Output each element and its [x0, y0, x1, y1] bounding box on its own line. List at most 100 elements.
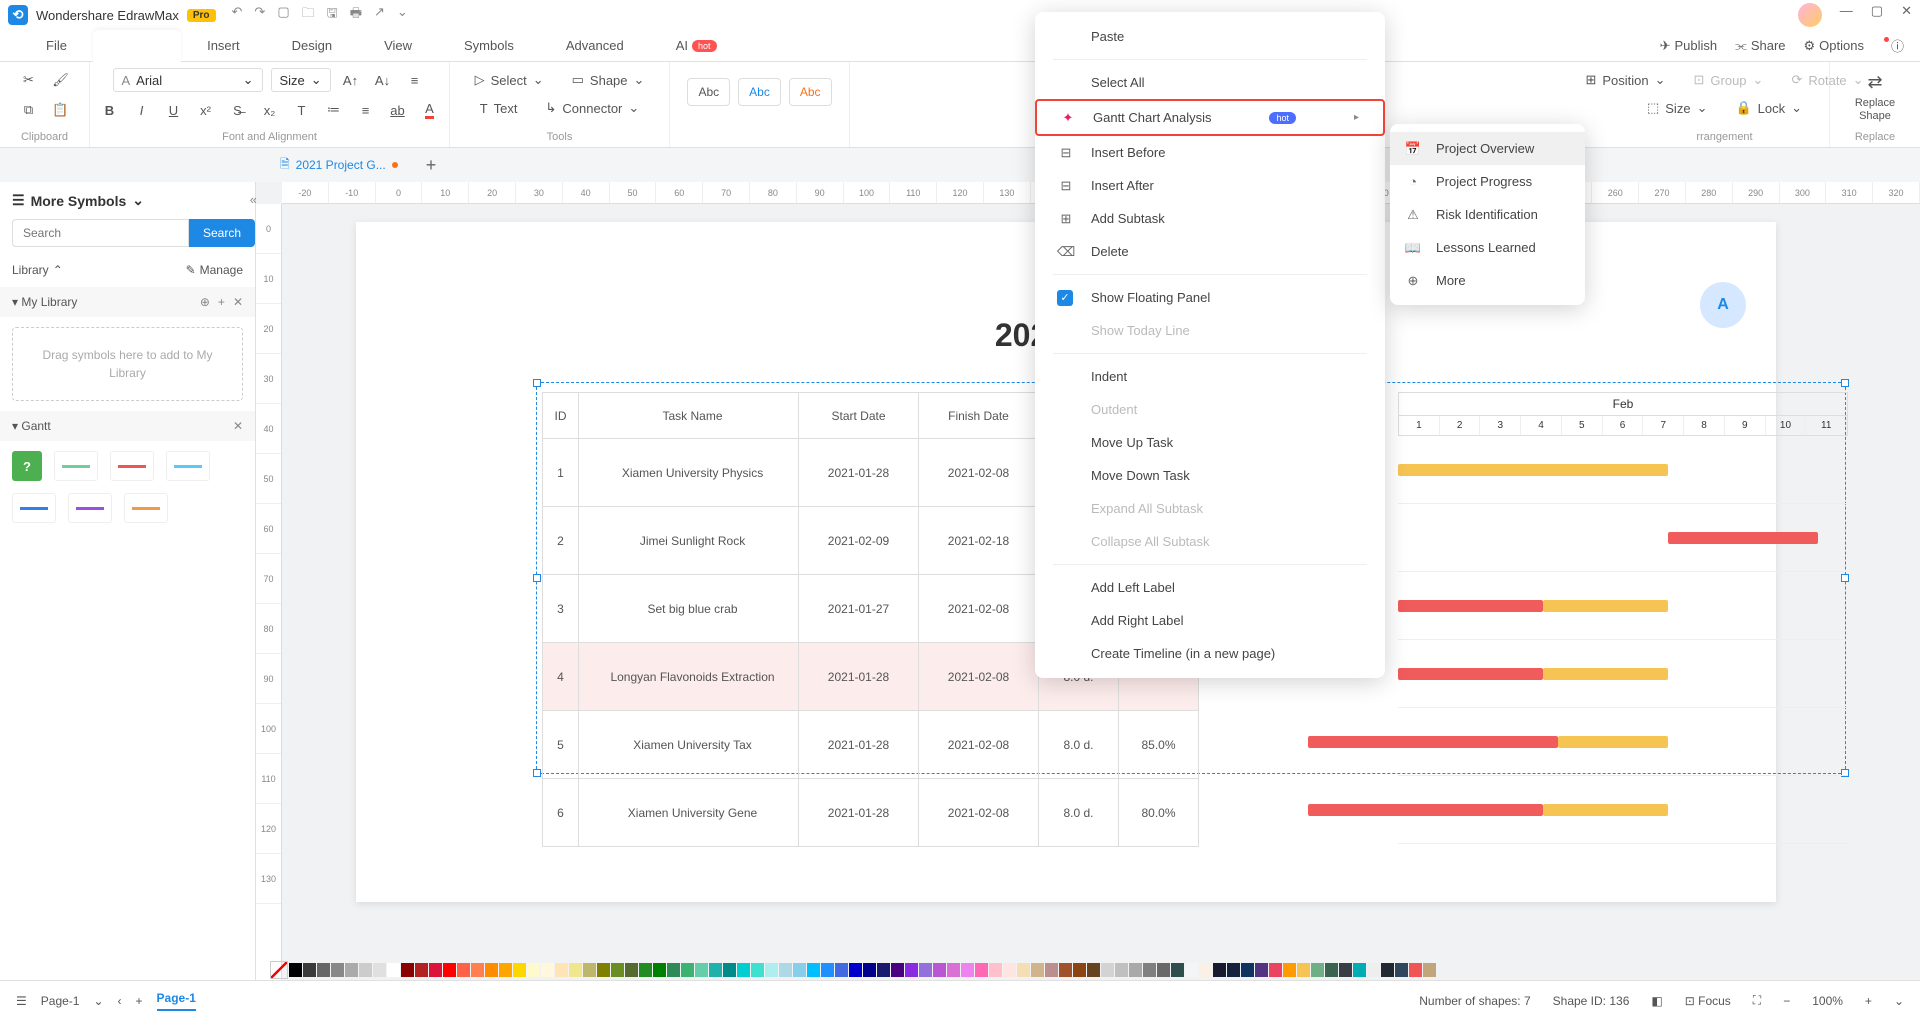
size-tool[interactable]: ⬚ Size⌄: [1637, 96, 1718, 120]
color-swatch[interactable]: [303, 963, 316, 977]
color-swatch[interactable]: [653, 963, 666, 977]
color-swatch[interactable]: [597, 963, 610, 977]
ctx-delete[interactable]: ⌫Delete: [1035, 235, 1385, 268]
color-swatch[interactable]: [919, 963, 932, 977]
color-swatch[interactable]: [709, 963, 722, 977]
no-color-swatch[interactable]: [270, 961, 288, 979]
color-swatch[interactable]: [373, 963, 386, 977]
document-tab[interactable]: 🗎 2021 Project G...: [270, 151, 408, 180]
gantt-bar[interactable]: [1398, 668, 1543, 680]
ctx-select-all[interactable]: Select All: [1035, 66, 1385, 99]
ctx-move-down[interactable]: Move Down Task: [1035, 459, 1385, 492]
color-swatch[interactable]: [625, 963, 638, 977]
close-icon[interactable]: ✕: [1901, 3, 1912, 27]
color-swatch[interactable]: [793, 963, 806, 977]
submenu-more[interactable]: ⊕More: [1390, 264, 1585, 297]
select-tool[interactable]: ▷ Select ⌄: [465, 68, 554, 92]
style-preset-2[interactable]: Abc: [738, 78, 781, 106]
color-swatch[interactable]: [723, 963, 736, 977]
color-swatch[interactable]: [1101, 963, 1114, 977]
submenu-progress[interactable]: ◔Project Progress: [1390, 165, 1585, 198]
menu-tab-symbols[interactable]: Symbols: [438, 30, 540, 62]
color-swatch[interactable]: [1367, 963, 1380, 977]
menu-tab-design[interactable]: Design: [266, 30, 358, 62]
library-toggle[interactable]: Library ⌃: [12, 263, 63, 277]
color-swatch[interactable]: [765, 963, 778, 977]
underline-icon[interactable]: U: [162, 98, 186, 122]
table-row[interactable]: 5Xiamen University Tax2021-01-282021-02-…: [543, 711, 1199, 779]
gantt-symbol[interactable]: [124, 493, 168, 523]
color-swatch[interactable]: [1129, 963, 1142, 977]
zoom-out-icon[interactable]: −: [1783, 994, 1790, 1008]
color-swatch[interactable]: [779, 963, 792, 977]
gantt-bar[interactable]: [1543, 804, 1668, 816]
position-tool[interactable]: ⊞ Position⌄: [1575, 68, 1675, 92]
color-swatch[interactable]: [1003, 963, 1016, 977]
color-swatch[interactable]: [1395, 963, 1408, 977]
menu-tab-insert[interactable]: Insert: [181, 30, 266, 62]
sidebar-title[interactable]: ☰ More Symbols⌄: [12, 192, 243, 209]
menu-tab-ai[interactable]: AIhot: [650, 30, 743, 62]
gantt-bar[interactable]: [1543, 668, 1668, 680]
gantt-bar[interactable]: [1398, 464, 1668, 476]
color-swatch[interactable]: [1311, 963, 1324, 977]
color-swatch[interactable]: [1269, 963, 1282, 977]
color-swatch[interactable]: [499, 963, 512, 977]
color-swatch[interactable]: [583, 963, 596, 977]
font-color-icon[interactable]: A: [418, 98, 442, 122]
color-swatch[interactable]: [667, 963, 680, 977]
symbol-search-button[interactable]: Search: [189, 219, 255, 247]
mylibrary-section[interactable]: ▾ My Library ⊕+✕: [0, 287, 255, 317]
color-swatch[interactable]: [345, 963, 358, 977]
color-swatch[interactable]: [695, 963, 708, 977]
gantt-bar[interactable]: [1398, 600, 1543, 612]
new-icon[interactable]: ▢: [277, 4, 289, 26]
color-swatch[interactable]: [1059, 963, 1072, 977]
color-swatch[interactable]: [1073, 963, 1086, 977]
submenu-overview[interactable]: 📅Project Overview: [1390, 132, 1585, 165]
color-swatch[interactable]: [513, 963, 526, 977]
ctx-gantt-analysis[interactable]: ✦ Gantt Chart Analysis hot ▸: [1035, 99, 1385, 136]
group-tool[interactable]: ⊡ Group⌄: [1684, 68, 1774, 92]
color-swatch[interactable]: [1381, 963, 1394, 977]
color-swatch[interactable]: [961, 963, 974, 977]
print-icon[interactable]: 🖶: [350, 4, 362, 26]
color-swatch[interactable]: [737, 963, 750, 977]
export-icon[interactable]: ↗: [374, 4, 385, 26]
maximize-icon[interactable]: ▢: [1871, 3, 1883, 27]
manage-link[interactable]: ✎ Manage: [186, 263, 243, 277]
case-icon[interactable]: T: [290, 98, 314, 122]
color-swatch[interactable]: [1045, 963, 1058, 977]
color-swatch[interactable]: [471, 963, 484, 977]
focus-button[interactable]: ⊡ Focus: [1685, 994, 1731, 1008]
highlight-icon[interactable]: ab: [386, 98, 410, 122]
bullets-icon[interactable]: ≔: [322, 98, 346, 122]
color-swatch[interactable]: [1157, 963, 1170, 977]
help-icon[interactable]: ⓘ: [1882, 36, 1904, 55]
color-swatch[interactable]: [947, 963, 960, 977]
cut-icon[interactable]: ✂: [17, 68, 41, 92]
color-swatch[interactable]: [1031, 963, 1044, 977]
strike-icon[interactable]: S̶: [226, 98, 250, 122]
lock-tool[interactable]: 🔒 Lock⌄: [1725, 96, 1812, 120]
publish-button[interactable]: ✈ Publish: [1660, 38, 1718, 54]
ctx-add-subtask[interactable]: ⊞Add Subtask: [1035, 202, 1385, 235]
fit-icon[interactable]: ⛶: [1753, 993, 1761, 1008]
gantt-symbol[interactable]: [68, 493, 112, 523]
submenu-lessons[interactable]: 📖Lessons Learned: [1390, 231, 1585, 264]
color-swatch[interactable]: [933, 963, 946, 977]
menu-tab-file[interactable]: File: [20, 30, 93, 62]
color-swatch[interactable]: [527, 963, 540, 977]
color-swatch[interactable]: [821, 963, 834, 977]
shape-tool[interactable]: ▭ Shape ⌄: [562, 68, 655, 92]
color-swatch[interactable]: [317, 963, 330, 977]
sub-icon[interactable]: x₂: [258, 98, 282, 122]
decrease-font-icon[interactable]: A↓: [371, 68, 395, 92]
color-swatch[interactable]: [681, 963, 694, 977]
style-preset-3[interactable]: Abc: [789, 78, 832, 106]
table-row[interactable]: 6Xiamen University Gene2021-01-282021-02…: [543, 779, 1199, 847]
color-swatch[interactable]: [359, 963, 372, 977]
qat-more-icon[interactable]: ⌄: [397, 4, 408, 26]
add-page-icon[interactable]: +: [136, 994, 143, 1008]
color-swatch[interactable]: [401, 963, 414, 977]
